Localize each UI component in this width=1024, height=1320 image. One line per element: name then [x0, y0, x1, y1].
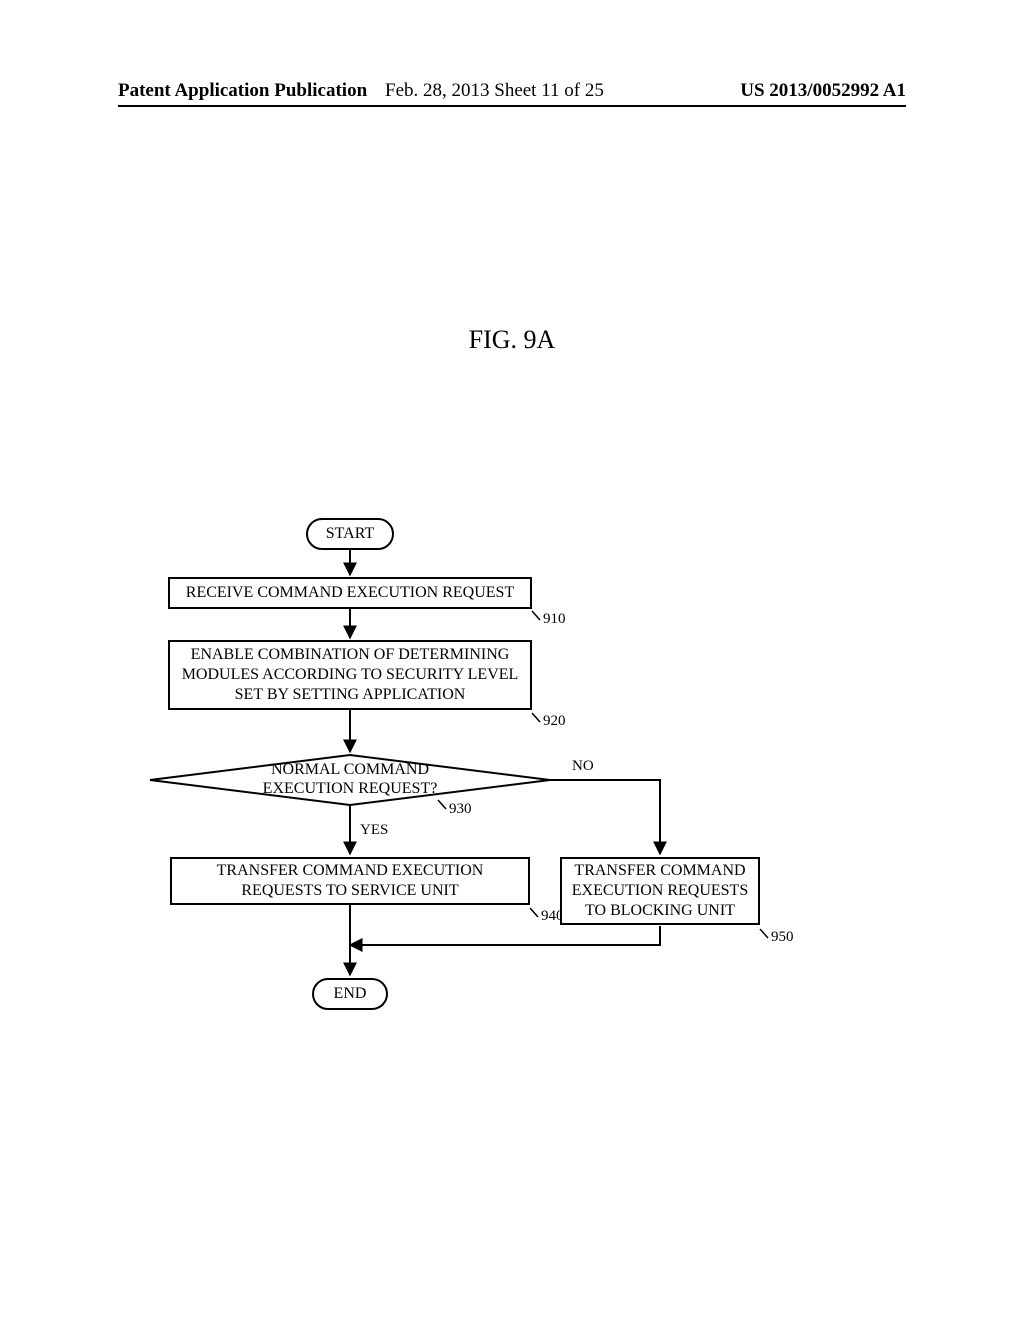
flow-start-label: START — [326, 525, 374, 543]
flow-step-920: ENABLE COMBINATION OF DETERMINING MODULE… — [168, 640, 532, 710]
figure-title: FIG. 9A — [0, 325, 1024, 355]
edge-label-yes: YES — [358, 822, 390, 839]
ref-930: 930 — [449, 801, 472, 818]
edge-label-no: NO — [570, 758, 596, 775]
flow-step-920-text: ENABLE COMBINATION OF DETERMINING MODULE… — [176, 645, 524, 705]
flow-decision-930: NORMAL COMMAND EXECUTION REQUEST? — [255, 760, 445, 798]
flow-end-label: END — [334, 985, 367, 1003]
header-patent-id: US 2013/0052992 A1 — [740, 80, 906, 102]
flow-step-940: TRANSFER COMMAND EXECUTION REQUESTS TO S… — [170, 857, 530, 905]
flow-start: START — [306, 518, 394, 550]
header-date-sheet: Feb. 28, 2013 Sheet 11 of 25 — [385, 80, 604, 102]
flow-step-910-text: RECEIVE COMMAND EXECUTION REQUEST — [186, 583, 514, 603]
flow-step-910: RECEIVE COMMAND EXECUTION REQUEST — [168, 577, 532, 609]
page: Patent Application Publication Feb. 28, … — [0, 0, 1024, 1320]
flow-step-950: TRANSFER COMMAND EXECUTION REQUESTS TO B… — [560, 857, 760, 925]
flow-step-950-text: TRANSFER COMMAND EXECUTION REQUESTS TO B… — [568, 861, 752, 921]
ref-920: 920 — [543, 713, 566, 730]
header-rule — [118, 105, 906, 107]
ref-910: 910 — [543, 611, 566, 628]
flow-decision-930-text: NORMAL COMMAND EXECUTION REQUEST? — [263, 761, 438, 797]
header-publication: Patent Application Publication — [118, 80, 367, 102]
flow-step-940-text: TRANSFER COMMAND EXECUTION REQUESTS TO S… — [178, 861, 522, 901]
ref-950: 950 — [771, 929, 794, 946]
flow-end: END — [312, 978, 388, 1010]
